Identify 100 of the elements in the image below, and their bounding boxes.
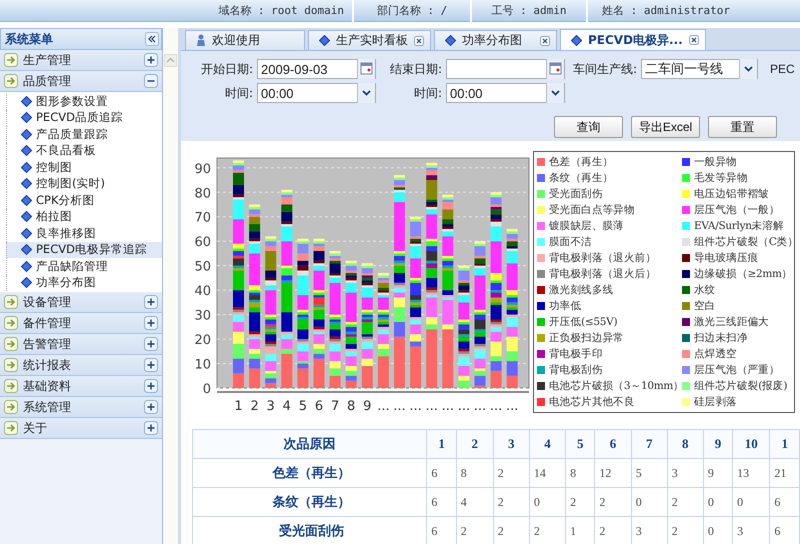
legend-label: 背电极剥落（退火前）	[549, 251, 656, 265]
user-info-text: 工号 : admin	[472, 0, 588, 22]
legend-label: 电池芯片其他不良	[549, 395, 635, 409]
x-tick-label: 7	[330, 399, 340, 414]
table-cell: 6	[426, 488, 456, 516]
legend-label: 一般异物	[694, 155, 737, 169]
legend-label: 背电极手印	[549, 347, 603, 361]
column-header: 3	[493, 430, 530, 458]
table-cell: 21	[770, 458, 800, 488]
legend-label: 水纹	[694, 283, 716, 297]
table-cell: 8	[456, 458, 494, 488]
column-header: 2	[456, 430, 494, 458]
tree-item[interactable]: 不良品看板	[6, 142, 162, 159]
table-cell: 8	[566, 458, 595, 488]
table-cell: 6	[770, 488, 800, 516]
dropdown[interactable]: 二车间一号线	[641, 59, 758, 79]
y-tick-label: 10	[194, 358, 211, 373]
legend-label: 激光刻线多线	[549, 283, 614, 297]
field-label: 开始日期:	[200, 60, 253, 78]
tree-item[interactable]: 控制图	[6, 159, 162, 176]
tree-item[interactable]: PECVD电极异常追踪	[6, 242, 162, 258]
x-tick-label: ...	[474, 399, 486, 414]
table-cell: 2	[667, 488, 704, 516]
tree-item[interactable]: 图形参数设置	[6, 93, 162, 110]
legend-label: 膜面不洁	[549, 235, 592, 249]
form-button[interactable]: 导出Excel	[631, 116, 700, 138]
legend-label: 正负极扫边异常	[549, 331, 624, 345]
tree-item[interactable]: CPK分析图	[6, 192, 162, 208]
menu-section[interactable]: 关于	[0, 418, 162, 439]
menu-section[interactable]: 基础资料	[0, 376, 162, 397]
column-header: 9	[703, 430, 733, 458]
table-cell: 0	[631, 488, 668, 516]
x-tick-label: 9	[363, 399, 372, 414]
tree-item[interactable]: PECVD品质追踪	[6, 110, 162, 126]
x-tick-label: ...	[409, 399, 422, 414]
legend-label: 背电极刮伤	[549, 363, 603, 377]
x-tick-label: ...	[506, 399, 518, 414]
field-label: PEC	[769, 62, 796, 76]
x-tick-label: 3	[266, 399, 275, 414]
table-cell: 13	[732, 458, 770, 488]
row-header: 色差（再生）	[192, 458, 427, 488]
menu-section[interactable]: 告警管理	[0, 334, 162, 355]
x-tick-label: 5	[298, 399, 308, 414]
x-tick-label: 1	[234, 399, 243, 414]
legend-label: 硅层剥落	[694, 395, 737, 409]
table-cell: 2	[594, 488, 632, 516]
field-label: 时间:	[412, 84, 442, 102]
legend-label: 镀膜缺层、膜薄	[549, 219, 624, 233]
x-tick-label: ...	[490, 399, 502, 414]
menu-section[interactable]: 系统管理	[0, 397, 162, 418]
menu-section[interactable]: 生产管理	[0, 50, 162, 71]
tree-item[interactable]: 产品质量跟踪	[6, 126, 162, 142]
tree-item[interactable]: 控制图(实时)	[6, 176, 162, 192]
x-tick-label: 2	[250, 399, 259, 414]
y-tick-label: 0	[202, 382, 211, 397]
date-field[interactable]: 2009-09-03	[257, 59, 376, 79]
table-cell: 12	[594, 458, 632, 488]
menu-section[interactable]: 品质管理	[0, 71, 162, 92]
dropdown[interactable]: 00:00	[257, 83, 376, 103]
tab[interactable]: 功率分布图	[434, 30, 557, 50]
tab[interactable]: 生产实时看板	[308, 30, 431, 50]
user-info-text: 域名称 : root domain	[180, 0, 354, 22]
table-cell: 0	[703, 488, 733, 516]
y-tick-label: 50	[194, 260, 211, 275]
legend-label: 受光面白点等异物	[549, 203, 635, 217]
field-label: 结束日期:	[388, 60, 442, 78]
tree-item[interactable]: 产品缺陷管理	[6, 258, 162, 274]
x-tick-label: 6	[314, 399, 324, 414]
column-header: 4	[529, 430, 566, 458]
table-cell: 2	[566, 488, 595, 516]
tree-item[interactable]: 柏拉图	[6, 208, 162, 225]
y-tick-label: 80	[194, 186, 211, 202]
legend-label: 条纹（再生）	[549, 171, 614, 185]
row-header: 受光面刮伤	[192, 516, 427, 544]
legend-label: 电池芯片破损（3～10mm）	[549, 379, 684, 393]
table-cell: 3	[667, 458, 704, 488]
table-cell: 2	[493, 458, 530, 488]
legend-label: 激光三线距偏大	[694, 315, 769, 329]
legend-label: 扫边未扫净	[694, 331, 748, 345]
dropdown[interactable]: 00:00	[446, 83, 565, 103]
tree-item[interactable]: 功率分布图	[6, 274, 162, 291]
table-cell: 0	[732, 488, 770, 516]
menu-section[interactable]: 设备管理	[0, 292, 162, 313]
column-header: 1	[426, 430, 456, 458]
column-header: 8	[667, 430, 704, 458]
user-info-text: 姓名 : administrator	[601, 2, 730, 18]
tab[interactable]: PECVD电极异...	[560, 29, 706, 50]
legend-label: 层压气泡（严重）	[694, 363, 780, 377]
legend-label: 功率低	[549, 299, 582, 313]
y-tick-label: 40	[194, 284, 211, 300]
menu-section[interactable]: 备件管理	[0, 313, 162, 334]
table-cell: 0	[529, 488, 566, 516]
form-button[interactable]: 查询	[554, 116, 623, 138]
menu-section[interactable]: 统计报表	[0, 355, 162, 376]
legend-label: 电压边铝带褶皱	[694, 187, 769, 201]
form-button[interactable]: 重置	[708, 116, 777, 138]
legend-label: 毛发等异物	[694, 171, 748, 185]
x-tick-label: ...	[377, 399, 390, 414]
tab[interactable]: 欢迎使用	[185, 30, 305, 50]
field-label: 时间:	[224, 84, 253, 102]
